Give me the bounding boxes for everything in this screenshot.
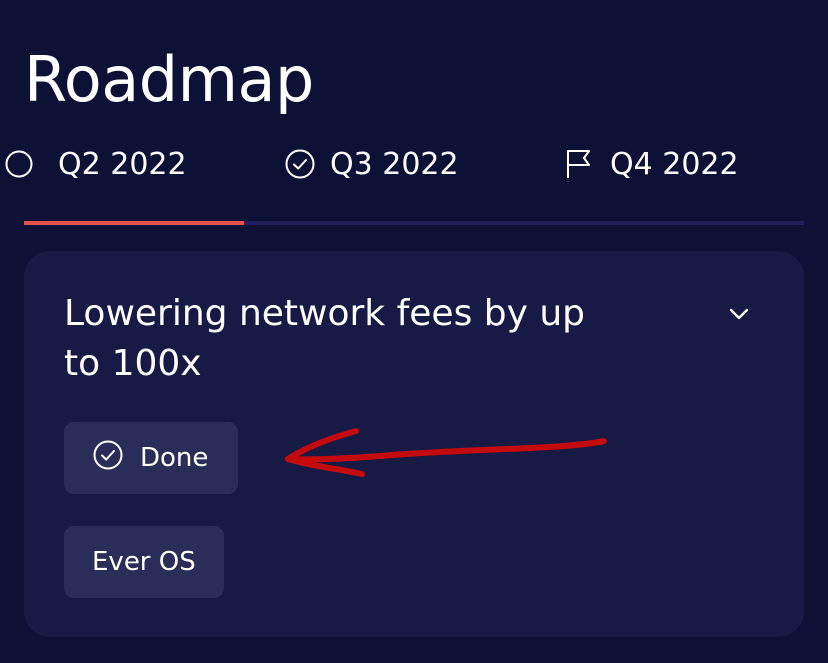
tab-progress-indicator: [24, 221, 244, 225]
tab-label: Q4 2022: [610, 146, 739, 182]
flag-icon: [562, 147, 596, 181]
check-circle-icon: [92, 439, 124, 478]
tab-previous-partial[interactable]: [4, 136, 34, 192]
check-circle-icon: [284, 148, 316, 180]
chevron-down-icon[interactable]: [724, 299, 754, 329]
status-badge-done[interactable]: Done: [64, 422, 238, 494]
tab-label: Q2 2022: [58, 146, 187, 182]
tab-q4-2022[interactable]: Q4 2022: [562, 136, 739, 192]
check-circle-icon: [4, 149, 34, 179]
roadmap-item-card: Lowering network fees by up to 100x Done…: [24, 251, 804, 637]
quarter-tabs: Q2 2022 Q3 2022 Q4 2022: [0, 136, 828, 192]
tab-q3-2022[interactable]: Q3 2022: [284, 136, 459, 192]
page-title: Roadmap: [24, 43, 314, 116]
tag-ever-os[interactable]: Ever OS: [64, 526, 224, 598]
tab-q2-2022[interactable]: Q2 2022: [58, 136, 187, 192]
roadmap-item-title: Lowering network fees by up to 100x: [64, 293, 586, 384]
tab-label: Q3 2022: [330, 146, 459, 182]
tag-label: Ever OS: [92, 547, 196, 577]
status-badge-label: Done: [140, 443, 209, 473]
